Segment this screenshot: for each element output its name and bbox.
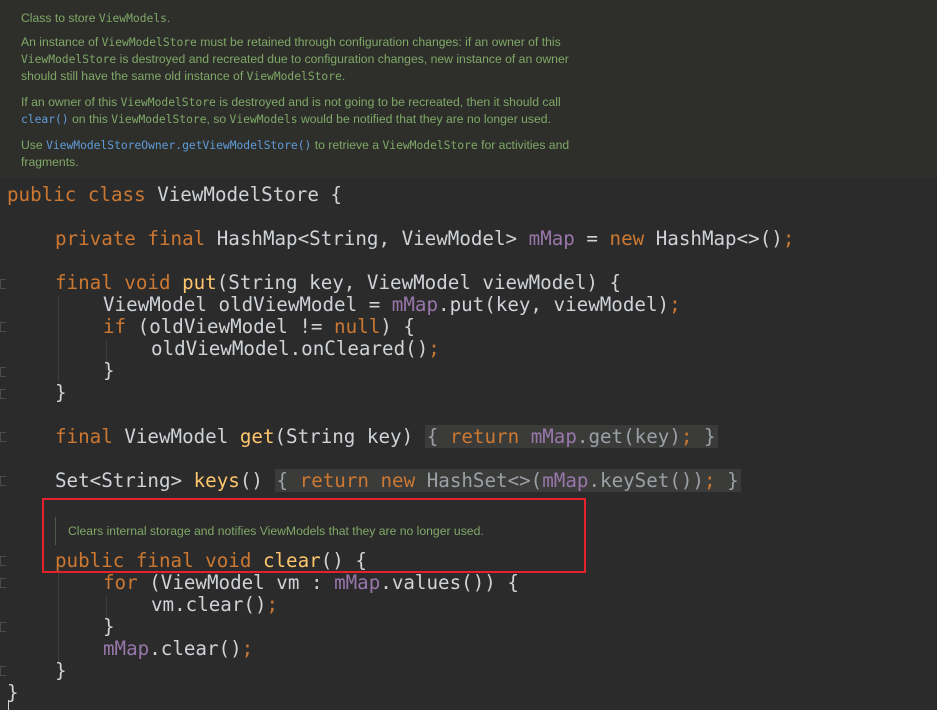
text-caret (8, 700, 9, 710)
code-line-clear-for[interactable]: for (ViewModel vm : mMap.values()) { (103, 572, 519, 594)
code-line-put-signature[interactable]: final void put(String key, ViewModel vie… (55, 272, 621, 294)
code-line-put-oncleared[interactable]: oldViewModel.onCleared(); (151, 338, 440, 360)
indent-guide (58, 574, 59, 662)
folded-block[interactable]: { return new HashSet<>(mMap.keySet()); } (274, 469, 741, 492)
code-line-close-brace[interactable]: } (55, 382, 67, 404)
code-line-clear-vm[interactable]: vm.clear(); (151, 594, 278, 616)
fold-marker[interactable] (0, 279, 6, 289)
fold-marker[interactable] (0, 367, 6, 377)
javadoc-paragraph-3: If an owner of this ViewModelStore is de… (21, 95, 561, 126)
code-line-put-body-1[interactable]: ViewModel oldViewModel = mMap.put(key, v… (103, 294, 681, 316)
code-line-close-brace[interactable]: } (55, 660, 67, 682)
indent-guide (58, 296, 59, 382)
fold-marker[interactable] (0, 622, 6, 632)
fold-marker[interactable] (0, 578, 6, 588)
code-line-close-brace[interactable]: } (103, 360, 115, 382)
code-line-close-brace[interactable]: } (103, 616, 115, 638)
clear-method-link[interactable]: clear() (21, 113, 69, 126)
code-line-keys-method[interactable]: Set<String> keys() { return new HashSet<… (55, 469, 741, 492)
code-line-class-declaration[interactable]: public class ViewModelStore { (7, 184, 342, 206)
javadoc-paragraph-2: An instance of ViewModelStore must be re… (21, 35, 569, 83)
fold-marker[interactable] (0, 389, 6, 399)
folded-block[interactable]: { return mMap.get(key); } (424, 425, 718, 448)
fold-marker[interactable] (0, 432, 6, 442)
fold-marker[interactable] (0, 556, 6, 566)
get-viewmodelstore-link[interactable]: ViewModelStoreOwner.getViewModelStore() (46, 139, 311, 152)
code-line-put-if[interactable]: if (oldViewModel != null) { (103, 316, 415, 338)
fold-marker[interactable] (0, 476, 6, 486)
javadoc-panel: Class to store ViewModels. An instance o… (0, 0, 937, 178)
code-line-clear-map[interactable]: mMap.clear(); (103, 638, 253, 660)
javadoc-paragraph-1: Class to store ViewModels. (21, 11, 171, 25)
javadoc-paragraph-4: Use ViewModelStoreOwner.getViewModelStor… (21, 138, 570, 169)
code-line-field-mmap[interactable]: private final HashMap<String, ViewModel>… (55, 228, 794, 250)
fold-marker[interactable] (0, 666, 6, 676)
fold-marker[interactable] (0, 322, 6, 332)
code-line-get-method[interactable]: final ViewModel get(String key) { return… (55, 425, 718, 448)
annotation-highlight-box (42, 498, 586, 573)
